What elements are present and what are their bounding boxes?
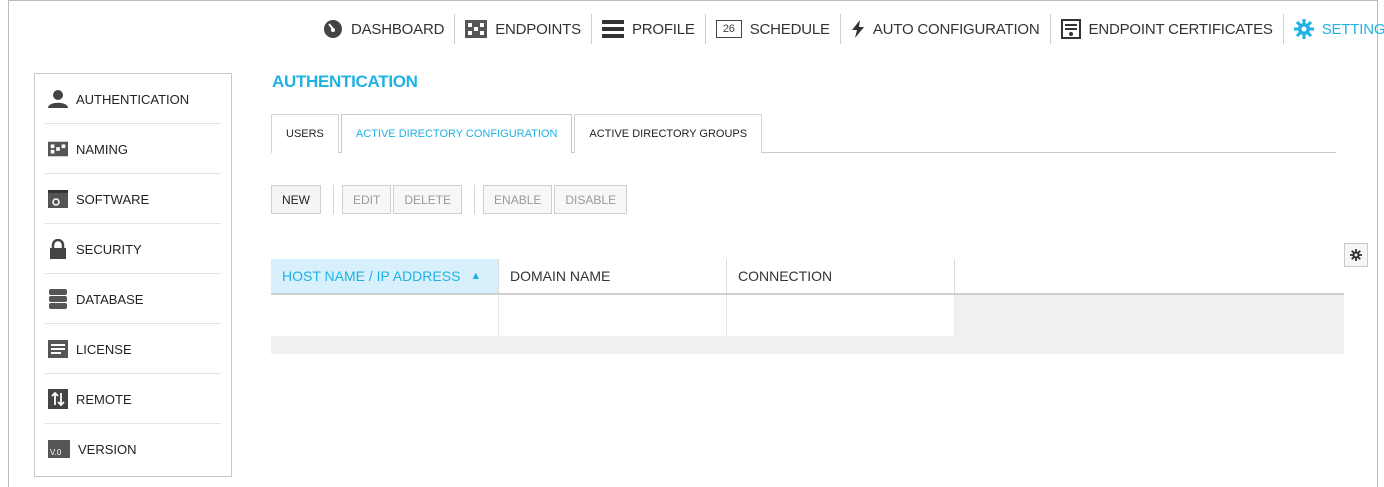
- sidebar-item-label: DATABASE: [76, 291, 144, 307]
- nav-auto-configuration[interactable]: AUTO CONFIGURATION: [839, 14, 1050, 44]
- sidebar-item-label: AUTHENTICATION: [76, 91, 190, 107]
- lightning-icon: [851, 20, 865, 38]
- sidebar-item-authentication[interactable]: AUTHENTICATION: [35, 74, 231, 124]
- license-icon: [48, 339, 68, 359]
- tab-active-directory-configuration[interactable]: ACTIVE DIRECTORY CONFIGURATION: [340, 114, 573, 154]
- sidebar-item-database[interactable]: DATABASE: [35, 274, 231, 324]
- toolbar: NEW EDIT DELETE ENABLE DISABLE: [271, 185, 629, 214]
- gear-icon: [1293, 19, 1314, 39]
- nav-profile[interactable]: PROFILE: [590, 14, 705, 44]
- page-title: AUTHENTICATION: [272, 72, 418, 91]
- nav-endpoint-certificates[interactable]: ENDPOINT CERTIFICATES: [1049, 14, 1283, 44]
- profile-icon: [601, 20, 624, 38]
- nav-dashboard[interactable]: DASHBOARD: [313, 14, 454, 44]
- nav-label: ENDPOINTS: [495, 20, 581, 38]
- column-header-domain-name[interactable]: DOMAIN NAME: [499, 259, 727, 293]
- naming-icon: [48, 139, 68, 159]
- tab-bar: USERS ACTIVE DIRECTORY CONFIGURATION ACT…: [271, 114, 1336, 154]
- gear-icon: [1350, 249, 1362, 261]
- version-icon-label: V.0: [50, 448, 62, 457]
- toolbar-separator: [333, 185, 334, 214]
- nav-label: DASHBOARD: [351, 20, 445, 38]
- nav-label: SETTINGS: [1321, 20, 1384, 38]
- table-cell: [727, 295, 955, 336]
- sidebar-item-security[interactable]: SECURITY: [35, 224, 231, 274]
- calendar-day: 26: [722, 23, 735, 35]
- column-settings-button[interactable]: [1344, 243, 1368, 267]
- sidebar-item-naming[interactable]: NAMING: [35, 124, 231, 174]
- sidebar-item-label: SECURITY: [76, 241, 142, 257]
- sidebar-item-license[interactable]: LICENSE: [35, 324, 231, 374]
- nav-label: AUTO CONFIGURATION: [872, 20, 1040, 38]
- settings-sidebar: AUTHENTICATION NAMING SOFTWARE SECURITY …: [34, 73, 232, 477]
- enable-button[interactable]: ENABLE: [483, 185, 553, 214]
- tab-users[interactable]: USERS: [271, 114, 339, 153]
- nav-schedule[interactable]: 26 SCHEDULE: [704, 14, 840, 44]
- column-header-host-name[interactable]: HOST NAME / IP ADDRESS ▲: [271, 259, 499, 293]
- delete-button[interactable]: DELETE: [393, 185, 463, 214]
- table-row[interactable]: [271, 295, 1344, 336]
- sidebar-item-version[interactable]: V.0 VERSION: [35, 424, 231, 474]
- nav-label: ENDPOINT CERTIFICATES: [1088, 20, 1273, 38]
- version-icon: V.0: [48, 440, 70, 458]
- nav-endpoints[interactable]: ENDPOINTS: [454, 14, 591, 44]
- table-cell: [499, 295, 727, 336]
- sidebar-item-remote[interactable]: REMOTE: [35, 374, 231, 424]
- column-header-empty: [955, 259, 1344, 293]
- endpoints-icon: [465, 20, 488, 38]
- edit-button[interactable]: EDIT: [342, 185, 392, 214]
- column-header-label: DOMAIN NAME: [510, 268, 611, 284]
- table-cell: [271, 295, 499, 336]
- column-header-label: HOST NAME / IP ADDRESS: [282, 268, 461, 284]
- top-nav: DASHBOARD ENDPOINTS PROFILE 26 SCHEDULE …: [313, 14, 1384, 44]
- sidebar-item-label: SOFTWARE: [76, 191, 150, 207]
- ad-configuration-table: HOST NAME / IP ADDRESS ▲ DOMAIN NAME CON…: [271, 259, 1344, 354]
- remote-icon: [48, 389, 68, 409]
- software-icon: [48, 189, 68, 209]
- user-icon: [48, 89, 68, 109]
- column-header-label: CONNECTION: [738, 268, 833, 284]
- column-header-connection[interactable]: CONNECTION: [727, 259, 955, 293]
- nav-label: SCHEDULE: [749, 20, 830, 38]
- database-icon: [48, 289, 68, 309]
- table-header: HOST NAME / IP ADDRESS ▲ DOMAIN NAME CON…: [271, 259, 1344, 295]
- sort-ascending-icon: ▲: [470, 270, 482, 282]
- certificate-icon: [1060, 19, 1081, 39]
- sidebar-item-software[interactable]: SOFTWARE: [35, 174, 231, 224]
- sidebar-item-label: REMOTE: [76, 391, 132, 407]
- tab-active-directory-groups[interactable]: ACTIVE DIRECTORY GROUPS: [574, 114, 763, 153]
- dashboard-icon: [323, 19, 343, 39]
- new-button[interactable]: NEW: [271, 185, 321, 214]
- calendar-icon: 26: [715, 20, 742, 38]
- disable-button[interactable]: DISABLE: [554, 185, 628, 214]
- nav-settings[interactable]: SETTINGS: [1282, 14, 1384, 44]
- nav-label: PROFILE: [631, 20, 695, 38]
- lock-icon: [48, 239, 68, 259]
- sidebar-item-label: VERSION: [78, 441, 137, 457]
- toolbar-separator: [474, 185, 476, 214]
- sidebar-item-label: LICENSE: [76, 341, 132, 357]
- sidebar-item-label: NAMING: [76, 141, 128, 157]
